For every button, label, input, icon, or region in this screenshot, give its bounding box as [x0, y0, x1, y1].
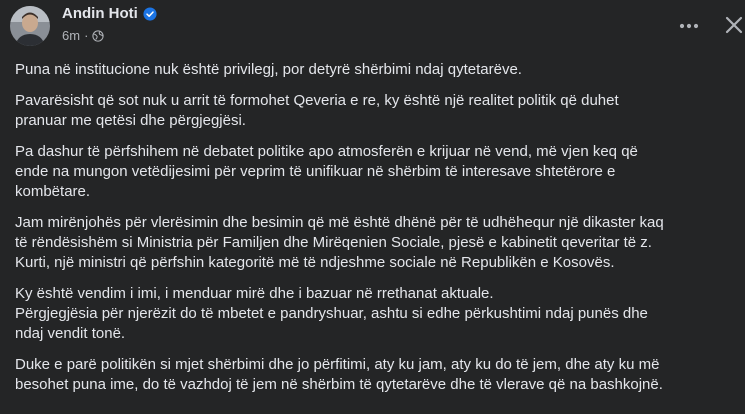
- more-options-icon: [679, 23, 699, 29]
- author-name-row: Andin Hoti: [62, 5, 157, 22]
- more-options-button[interactable]: [674, 11, 704, 41]
- post-meta: 6m ·: [62, 28, 105, 43]
- meta-separator: ·: [84, 28, 89, 43]
- post-paragraph: Puna në institucione nuk është privilegj…: [15, 61, 522, 78]
- globe-icon[interactable]: [92, 29, 105, 42]
- post-paragraph: Pa dashur të përfshihem në debatet polit…: [15, 143, 638, 200]
- post-paragraph: Ky është vendim i imi, i menduar mirë dh…: [15, 285, 648, 342]
- avatar[interactable]: [10, 6, 50, 46]
- avatar-image: [10, 6, 50, 46]
- post-text: Puna në institucione nuk është privilegj…: [15, 60, 737, 406]
- close-icon: [725, 16, 743, 34]
- close-button[interactable]: [722, 10, 745, 40]
- author-name[interactable]: Andin Hoti: [62, 5, 138, 22]
- post-paragraph: Duke e parë politikën si mjet shërbimi d…: [15, 356, 663, 393]
- post-timestamp[interactable]: 6m: [62, 28, 80, 43]
- post-paragraph: Jam mirënjohës për vlerësimin dhe besimi…: [15, 214, 664, 271]
- post-paragraph: Pavarësisht që sot nuk u arrit të formoh…: [15, 92, 619, 129]
- post-header: Andin Hoti 6m ·: [0, 0, 745, 56]
- verified-badge-icon: [143, 6, 157, 21]
